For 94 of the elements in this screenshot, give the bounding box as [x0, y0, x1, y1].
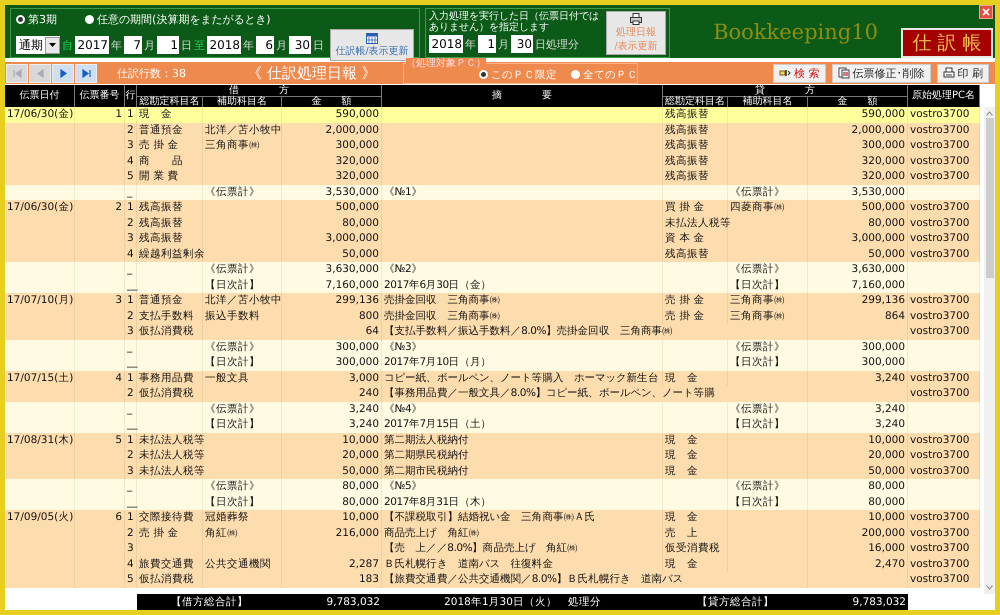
- total-text: 2018年1月30日（火） 処理分: [443, 595, 602, 610]
- table-row[interactable]: 2 支払手数料 振込手数料 800 売掛金回収 三角商事㈱ 売 掛 金 三角商事㈱ 864 vostro3700: [5, 308, 980, 324]
- group-legend: （処理対象ＰＣ）: [406, 58, 486, 68]
- label: 月: [144, 38, 155, 52]
- table-cell: 仮払消費税: [137, 572, 203, 588]
- nav-button[interactable]: [52, 64, 74, 82]
- table-cell: 183: [282, 572, 382, 588]
- dropdown[interactable]: 通期: [16, 36, 60, 54]
- table-cell: 【旅費交通費／公共交通機関／8.0%】Ｂ氏札幌行き 道南バス: [382, 572, 808, 588]
- table-row[interactable]: 4 商 品 320,000 残高振替 320,000 vostro3700: [5, 154, 980, 169]
- date-field[interactable]: 2017: [75, 36, 109, 54]
- table-cell: 5: [125, 572, 137, 588]
- table-row[interactable]: 17/06/30(金) 2 1 残高振替 500,000 買 掛 金 四菱商事㈱ 500,000 vostro3700: [5, 200, 980, 216]
- scroll-down-icon[interactable]: [986, 585, 993, 590]
- table-row[interactable]: __ 【日次計】 7,160,000 2017年6月30日（金） 【日次計】 7,160,000: [5, 278, 980, 293]
- radio-option[interactable]: 第3期: [16, 12, 57, 27]
- date-field[interactable]: 30: [289, 36, 311, 54]
- total-text: 9,783,032: [852, 595, 907, 610]
- total-text: 9,783,032: [326, 595, 381, 610]
- table-row[interactable]: 17/08/31(木) 5 1 未払法人税等 10,000 第二期法人税納付 現 金 10,000 vostro3700: [5, 432, 980, 448]
- label: 日処理分: [535, 36, 579, 52]
- table-cell: vostro3700: [908, 572, 980, 588]
- label: 年: [243, 38, 254, 52]
- table-row[interactable]: 4 旅費交通費 公共交通機関 2,287 Ｂ氏札幌行き 道南バス 往復料金 現 金 2,470 vostro3700: [5, 556, 980, 572]
- column-header: 借 方: [137, 85, 382, 96]
- table-row[interactable]: 2 仮払消費税 240 【事務用品費／一般文具／8.0%】コピー紙、ボールペン、ノート等購 vostro3700: [5, 386, 980, 402]
- label: 月: [276, 38, 287, 52]
- table-row[interactable]: __ 【日次計】 3,240 2017年7月15日（土） 【日次計】 3,240: [5, 417, 980, 432]
- table-row[interactable]: _ 《伝票計》 3,530,000 《№1》 《伝票計》 3,530,000: [5, 184, 980, 200]
- label: 月: [498, 36, 509, 52]
- total-text: 【借方総合計】: [170, 595, 249, 610]
- date-field[interactable]: 6: [256, 36, 274, 54]
- last-icon: [82, 68, 90, 78]
- label: 日: [313, 38, 324, 52]
- table-row[interactable]: 5 仮払消費税 183 【旅費交通費／公共交通機関／8.0%】Ｂ氏札幌行き 道南バス vostro3700: [5, 572, 980, 588]
- print-button[interactable]: 印 刷: [936, 64, 989, 82]
- table-row[interactable]: _ 《伝票計》 80,000 《№5》 《伝票計》 80,000: [5, 479, 980, 494]
- line-count: 仕訳行数：38: [117, 66, 187, 80]
- close-button[interactable]: [979, 5, 993, 19]
- first-icon: [12, 68, 22, 78]
- column-header: 貸 方: [663, 85, 908, 96]
- table-row[interactable]: 4 繰越利益剰余 50,000 残高振替 50,000 vostro3700: [5, 246, 980, 262]
- table-row[interactable]: _ 《伝票計》 3,240 《№4》 《伝票計》 3,240: [5, 402, 980, 417]
- table-row[interactable]: 3 【売 上／／8.0%】商品売上げ 角紅㈱ 仮受消費税 16,000 vostro3700: [5, 541, 980, 556]
- calendar-icon: [366, 32, 378, 44]
- search-icon: [779, 67, 791, 79]
- nav-button[interactable]: [75, 64, 97, 82]
- table-row[interactable]: 17/07/10(月) 3 1 普通預金 北洋／苫小牧中 299,136 売掛金回収 三角商事㈱ 売 掛 金 三角商事㈱ 299,136 vostro3700: [5, 293, 980, 308]
- scroll-up-icon[interactable]: [986, 111, 993, 116]
- table-row[interactable]: _ 《伝票計》 300,000 《№3》 《伝票計》 300,000: [5, 340, 980, 355]
- ledger-title: 仕 訳 帳: [901, 28, 993, 58]
- table-row[interactable]: _ 《伝票計》 3,630,000 《№2》 《伝票計》 3,630,000: [5, 262, 980, 278]
- label: 年: [111, 38, 122, 52]
- table-row[interactable]: 5 開 業 費 320,000 残高振替 320,000 vostro3700: [5, 169, 980, 184]
- table-row[interactable]: 3 未払法人税等 50,000 第二期市民税納付 現 金 50,000 vostro3700: [5, 464, 980, 479]
- table-row[interactable]: 2 売 掛 金 角紅㈱ 216,000 商品売上げ 角紅㈱ 売 上 200,000 vostro3700: [5, 526, 980, 541]
- close-icon: [980, 6, 992, 18]
- table-row[interactable]: 2 未払法人税等 20,000 第二期県民税納付 現 金 20,000 vostro3700: [5, 448, 980, 464]
- label: 年: [465, 36, 476, 52]
- table-row[interactable]: 3 売 掛 金 三角商事㈱ 300,000 残高振替 300,000 vostro3700: [5, 138, 980, 154]
- table-row[interactable]: 17/07/15(土) 4 1 事務用品費 一般文具 3,000 コピー紙、ボールペン、ノート等購入 ホーマック新生台 現 金 3,240 vostro3700: [5, 370, 980, 386]
- edit-button[interactable]: 伝票修正･削除: [832, 64, 930, 82]
- date-field[interactable]: 1: [157, 36, 179, 54]
- document-icon: [838, 67, 850, 79]
- search-button[interactable]: 検 索: [773, 64, 826, 82]
- table-row[interactable]: 17/09/05(火) 6 1 交際接待費 冠婚葬祭 10,000 【不課税取引】結婚祝い金 三角商事㈱Ａ氏 現 金 10,000 vostro3700: [5, 510, 980, 526]
- date-field[interactable]: 30: [511, 35, 533, 53]
- table-row[interactable]: __ 【日次計】 80,000 2017年8月31日（木） 【日次計】 80,000: [5, 494, 980, 510]
- label: 自: [62, 38, 73, 52]
- scroll-thumb[interactable]: [986, 118, 994, 278]
- table-row[interactable]: 3 残高振替 3,000,000 資 本 金 3,000,000 vostro3700: [5, 231, 980, 246]
- table-row[interactable]: 17/06/30(金) 1 1 現 金 590,000 残高振替 590,000 vostro3700: [5, 107, 980, 122]
- next-icon: [58, 68, 68, 78]
- label: 至: [194, 38, 205, 52]
- refresh-button[interactable]: 仕訳帳/表示更新: [330, 29, 414, 61]
- date-field[interactable]: 7: [124, 36, 142, 54]
- scrollbar[interactable]: [984, 107, 995, 594]
- table-row[interactable]: 2 普通預金 北洋／苫小牧中 2,000,000 残高振替 2,000,000 vostro3700: [5, 122, 980, 138]
- table-row[interactable]: 3 仮払消費税 64 【支払手数料／振込手数料／8.0%】売掛金回収 三角商事㈱ vostro3700: [5, 324, 980, 340]
- date-field[interactable]: 2018: [429, 35, 463, 53]
- table-row[interactable]: 2 残高振替 80,000 未払法人税等 80,000 vostro3700: [5, 216, 980, 231]
- radio-option[interactable]: 任意の期間(決算期をまたがるとき): [85, 12, 271, 27]
- label: 日: [181, 38, 192, 52]
- instruction-text: 入力処理を実行した日（伝票日付ではありません）を指定します: [429, 11, 600, 33]
- report-title: 《 仕訳処理日報 》: [247, 64, 378, 82]
- caret-icon: [49, 43, 56, 47]
- date-field[interactable]: 2018: [207, 36, 241, 54]
- app-name: Bookkeeping10: [712, 18, 879, 46]
- previous-icon: [36, 68, 44, 78]
- printer-icon: [942, 67, 954, 79]
- total-text: 【貸方総合計】: [696, 595, 775, 610]
- printer-icon: [630, 13, 642, 25]
- date-field[interactable]: 1: [478, 35, 496, 53]
- table-row[interactable]: __ 【日次計】 300,000 2017年7月10日（月） 【日次計】 300,000: [5, 355, 980, 370]
